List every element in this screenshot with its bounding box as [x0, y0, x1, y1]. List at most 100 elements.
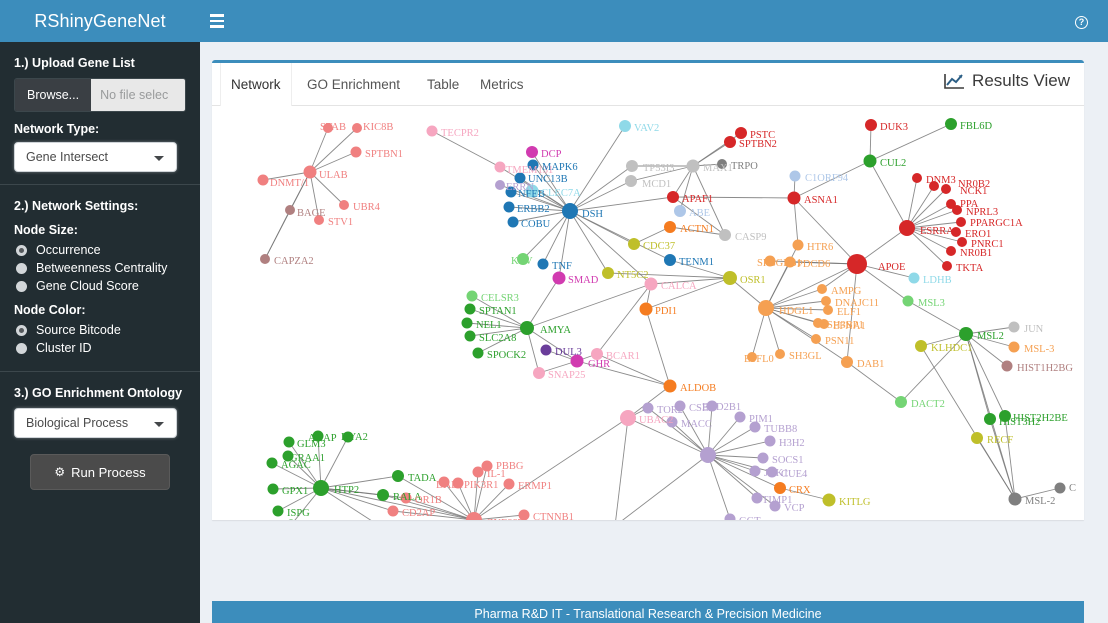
graph-node[interactable]	[789, 170, 801, 182]
graph-node[interactable]	[303, 165, 317, 179]
graph-node[interactable]	[526, 146, 538, 158]
graph-node[interactable]	[908, 272, 920, 284]
graph-node[interactable]	[339, 200, 349, 210]
graph-node[interactable]	[520, 321, 534, 335]
help-circle-icon[interactable]: ?	[1075, 16, 1088, 29]
browse-button[interactable]: Browse...	[15, 79, 92, 111]
graph-node[interactable]	[1001, 360, 1013, 372]
graph-node[interactable]	[267, 483, 279, 495]
graph-node[interactable]	[552, 271, 566, 285]
graph-node[interactable]	[257, 174, 269, 186]
radio-node-color-cluster[interactable]: Cluster ID	[16, 341, 186, 355]
graph-node[interactable]	[664, 254, 676, 266]
graph-node[interactable]	[787, 191, 801, 205]
graph-node[interactable]	[537, 258, 549, 270]
graph-node[interactable]	[464, 330, 476, 342]
graph-node[interactable]	[757, 452, 769, 464]
graph-node[interactable]	[620, 410, 636, 426]
radio-node-size-betweenness[interactable]: Betweenness Centrality	[16, 261, 186, 275]
graph-node[interactable]	[751, 492, 763, 504]
graph-node[interactable]	[847, 254, 867, 274]
graph-node[interactable]	[719, 229, 731, 241]
graph-node[interactable]	[902, 295, 914, 307]
graph-node[interactable]	[724, 513, 736, 521]
tab-network[interactable]: Network	[220, 63, 292, 106]
graph-node[interactable]	[466, 290, 478, 302]
radio-node-color-bitcode[interactable]: Source Bitcode	[16, 323, 186, 337]
radio-node-size-occurrence[interactable]: Occurrence	[16, 243, 186, 257]
graph-node[interactable]	[272, 505, 284, 517]
graph-node[interactable]	[426, 125, 438, 137]
graph-node[interactable]	[734, 411, 746, 423]
graph-node[interactable]	[1008, 321, 1020, 333]
graph-node[interactable]	[724, 136, 736, 148]
graph-node[interactable]	[758, 300, 774, 316]
graph-node[interactable]	[472, 347, 484, 359]
graph-node[interactable]	[392, 470, 404, 482]
graph-node[interactable]	[674, 205, 686, 217]
graph-node[interactable]	[626, 160, 638, 172]
graph-node[interactable]	[1008, 492, 1022, 506]
graph-node[interactable]	[775, 349, 785, 359]
graph-node[interactable]	[865, 119, 877, 131]
network-graph-svg[interactable]: STAB KIC8BSPTBN1ULABDNMT/1UBR4BAGESTV1CAP…	[212, 107, 1084, 520]
graph-node[interactable]	[602, 267, 614, 279]
graph-node[interactable]	[562, 203, 578, 219]
graph-node[interactable]	[686, 159, 700, 173]
graph-node[interactable]	[464, 303, 476, 315]
graph-node[interactable]	[663, 379, 677, 393]
graph-node[interactable]	[472, 466, 484, 478]
graph-node[interactable]	[792, 239, 804, 251]
hamburger-icon[interactable]	[210, 11, 230, 31]
graph-node[interactable]	[352, 123, 362, 133]
graph-node[interactable]	[895, 396, 907, 408]
graph-node[interactable]	[841, 356, 853, 368]
graph-node[interactable]	[283, 436, 295, 448]
graph-node[interactable]	[984, 413, 996, 425]
graph-node[interactable]	[942, 261, 952, 271]
graph-node[interactable]	[863, 154, 877, 168]
graph-node[interactable]	[764, 435, 776, 447]
tab-go-enrichment[interactable]: GO Enrichment	[297, 63, 410, 106]
graph-node[interactable]	[945, 118, 957, 130]
tab-table[interactable]: Table	[417, 63, 469, 106]
graph-node[interactable]	[959, 327, 973, 341]
graph-node[interactable]	[822, 493, 836, 507]
graph-node[interactable]	[817, 284, 827, 294]
graph-node[interactable]	[1008, 341, 1020, 353]
graph-node[interactable]	[494, 161, 506, 173]
graph-node[interactable]	[912, 173, 922, 183]
graph-node[interactable]	[735, 127, 747, 139]
graph-node[interactable]	[1054, 482, 1066, 494]
graph-node[interactable]	[285, 205, 295, 215]
ontology-select[interactable]: Biological Process	[14, 408, 177, 438]
network-graph-canvas[interactable]: STAB KIC8B SPTBN1 ULAB DNMT/1 UBR4 BAGE STV1 CAP…	[212, 107, 1084, 520]
graph-node[interactable]	[811, 334, 821, 344]
graph-node[interactable]	[313, 480, 329, 496]
graph-node[interactable]	[625, 175, 637, 187]
radio-node-size-genecloud[interactable]: Gene Cloud Score	[16, 279, 186, 293]
network-type-select[interactable]: Gene Intersect	[14, 142, 177, 172]
graph-node[interactable]	[915, 340, 927, 352]
graph-node[interactable]	[507, 216, 519, 228]
graph-node[interactable]	[503, 478, 515, 490]
graph-node[interactable]	[503, 201, 515, 213]
graph-node[interactable]	[823, 305, 833, 315]
graph-node[interactable]	[774, 482, 786, 494]
graph-node[interactable]	[723, 271, 737, 285]
graph-node[interactable]	[260, 254, 270, 264]
file-upload-control[interactable]: Browse... No file selec	[14, 78, 186, 112]
graph-node[interactable]	[667, 191, 679, 203]
graph-node[interactable]	[387, 505, 399, 517]
graph-node[interactable]	[461, 317, 473, 329]
graph-node[interactable]	[495, 180, 505, 190]
graph-node[interactable]	[350, 146, 362, 158]
graph-node[interactable]	[899, 220, 915, 236]
graph-node[interactable]	[700, 447, 716, 463]
graph-node[interactable]	[266, 457, 278, 469]
graph-node[interactable]	[639, 302, 653, 316]
graph-node[interactable]	[971, 432, 983, 444]
run-process-button[interactable]: ⚙ Run Process	[30, 454, 170, 490]
graph-node[interactable]	[664, 221, 676, 233]
graph-node[interactable]	[946, 246, 956, 256]
